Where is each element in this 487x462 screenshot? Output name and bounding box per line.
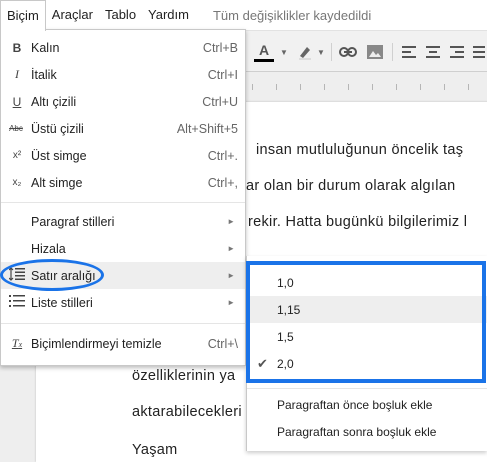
- doc-text-line: rekir. Hatta bugünkü bilgilerimiz l: [248, 214, 468, 230]
- menu-item-italic[interactable]: I İtalik Ctrl+I: [1, 61, 245, 88]
- highlight-caret[interactable]: ▼: [316, 41, 326, 63]
- align-center-button[interactable]: [422, 41, 444, 63]
- text-color-caret[interactable]: ▼: [279, 41, 289, 63]
- doc-text-line: ar olan bir durum olarak algılan: [246, 178, 456, 194]
- underline-icon: U: [12, 94, 22, 109]
- menu-help[interactable]: Yardım: [142, 0, 195, 30]
- align-right-icon: [450, 46, 464, 58]
- menu-divider: [247, 388, 487, 389]
- menu-item-shortcut: Ctrl+\: [207, 336, 238, 351]
- add-space-after-paragraph[interactable]: Paragraftan sonra boşluk ekle: [247, 418, 487, 445]
- toolbar-divider: [392, 43, 393, 61]
- save-status: Tüm değişiklikler kaydedildi: [212, 7, 372, 23]
- menu-table[interactable]: Tablo: [99, 0, 142, 30]
- submenu-arrow-icon: ►: [227, 298, 235, 307]
- doc-text-line: özelliklerinin ya: [132, 368, 236, 384]
- menu-item-label: Paragraftan sonra boşluk ekle: [277, 424, 437, 439]
- menu-tools[interactable]: Araçlar: [46, 0, 99, 30]
- add-space-before-paragraph[interactable]: Paragraftan önce boşluk ekle: [247, 391, 487, 418]
- menu-item-label: Paragraf stilleri: [31, 214, 115, 229]
- menu-item-subscript[interactable]: x₂ Alt simge Ctrl+,: [1, 169, 245, 196]
- menu-divider: [1, 323, 245, 324]
- menu-item-label: İtalik: [31, 67, 57, 82]
- text-color-button[interactable]: A: [253, 41, 275, 63]
- doc-text-line: aktarabilecekleri: [132, 404, 242, 420]
- highlight-rectangle: [246, 261, 486, 383]
- subscript-icon: x₂: [12, 177, 22, 188]
- menu-item-label: Liste stilleri: [31, 295, 93, 310]
- format-menu: B Kalın Ctrl+B I İtalik Ctrl+I U Altı çi…: [0, 29, 246, 366]
- link-icon: [339, 47, 357, 57]
- menu-item-label: Kalın: [31, 40, 60, 55]
- menu-item-align[interactable]: Hizala ►: [1, 235, 245, 262]
- align-left-button[interactable]: [398, 41, 420, 63]
- highlight-ellipse: [0, 259, 104, 291]
- menu-item-label: Alt simge: [31, 175, 83, 190]
- menu-item-shortcut: Alt+Shift+5: [176, 121, 238, 136]
- submenu-arrow-icon: ►: [227, 217, 235, 226]
- submenu-arrow-icon: ►: [227, 271, 235, 280]
- menu-item-underline[interactable]: U Altı çizili Ctrl+U: [1, 88, 245, 115]
- list-icon: [9, 294, 25, 311]
- justify-button[interactable]: [470, 41, 487, 63]
- insert-image-button[interactable]: [364, 41, 386, 63]
- menu-item-label: Üstü çizili: [31, 121, 84, 136]
- clear-formatting-icon: Tx: [11, 336, 23, 350]
- insert-link-button[interactable]: [337, 41, 359, 63]
- doc-text-line: Yaşam: [132, 442, 178, 458]
- align-center-icon: [426, 46, 440, 58]
- highlight-pen-icon: [299, 47, 311, 60]
- menu-item-label: Biçimlendirmeyi temizle: [31, 336, 162, 351]
- align-left-icon: [402, 46, 416, 58]
- menu-item-paragraph-styles[interactable]: Paragraf stilleri ►: [1, 208, 245, 235]
- menu-divider: [1, 202, 245, 203]
- menu-format[interactable]: Biçim: [0, 0, 46, 31]
- menu-item-shortcut: Ctrl+.: [207, 148, 238, 163]
- toolbar-divider: [331, 43, 332, 61]
- menu-item-bold[interactable]: B Kalın Ctrl+B: [1, 34, 245, 61]
- menu-bar: Biçim Araçlar Tablo Yardım Tüm değişikli…: [0, 0, 487, 31]
- menu-item-label: Hizala: [31, 241, 66, 256]
- menu-item-shortcut: Ctrl+,: [207, 175, 238, 190]
- strikethrough-icon: Abc: [9, 124, 23, 133]
- superscript-icon: x²: [12, 150, 22, 161]
- italic-icon: I: [15, 67, 19, 81]
- highlight-color-button[interactable]: [294, 41, 316, 63]
- menu-item-superscript[interactable]: x² Üst simge Ctrl+.: [1, 142, 245, 169]
- image-icon: [367, 45, 383, 59]
- text-color-icon: A: [258, 42, 270, 58]
- doc-text-line: insan mutluluğunun öncelik taş: [256, 142, 464, 158]
- submenu-arrow-icon: ►: [227, 244, 235, 253]
- menu-item-clear-formatting[interactable]: Tx Biçimlendirmeyi temizle Ctrl+\: [1, 330, 245, 357]
- justify-icon: [472, 46, 485, 58]
- menu-item-label: Altı çizili: [31, 94, 77, 109]
- bold-icon: B: [12, 40, 22, 55]
- menu-item-label: Paragraftan önce boşluk ekle: [277, 397, 433, 412]
- menu-item-shortcut: Ctrl+I: [207, 67, 238, 82]
- align-right-button[interactable]: [446, 41, 468, 63]
- text-color-swatch: [254, 59, 274, 62]
- ruler: [240, 80, 487, 94]
- menu-item-list-styles[interactable]: Liste stilleri ►: [1, 289, 245, 316]
- menu-item-label: Üst simge: [31, 148, 87, 163]
- menu-item-shortcut: Ctrl+U: [202, 94, 238, 109]
- menu-item-shortcut: Ctrl+B: [202, 40, 238, 55]
- menu-item-strikethrough[interactable]: Abc Üstü çizili Alt+Shift+5: [1, 115, 245, 142]
